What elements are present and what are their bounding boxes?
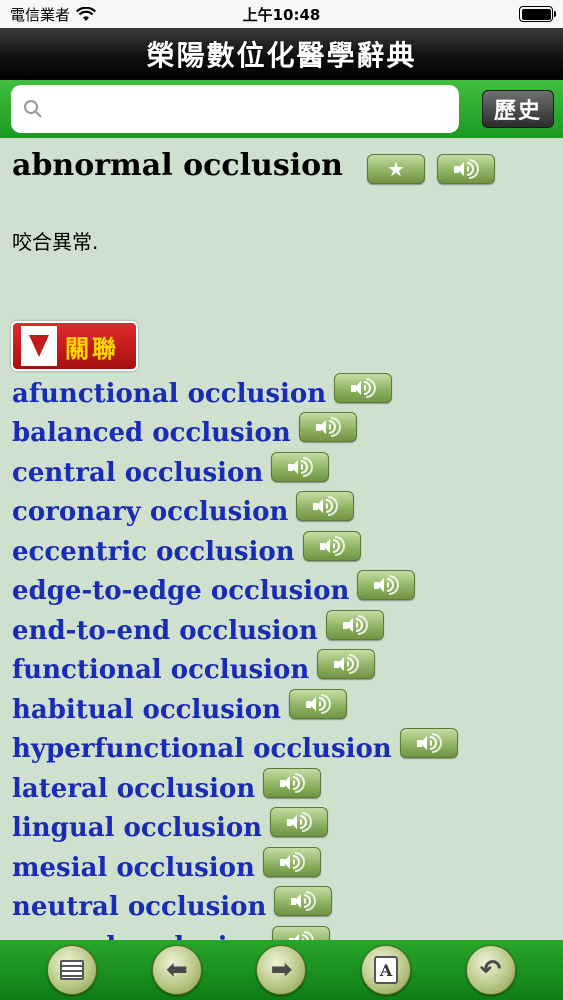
related-item: hyperfunctional occlusion	[12, 728, 563, 770]
search-input[interactable]	[53, 97, 459, 121]
related-item: afunctional occlusion	[12, 372, 563, 414]
related-item: end-to-end occlusion	[12, 609, 563, 651]
list-icon	[60, 960, 85, 980]
related-item: central occlusion	[12, 451, 563, 493]
related-word-link[interactable]: normal occlusion	[12, 932, 264, 940]
related-word-link[interactable]: habitual occlusion	[12, 695, 281, 725]
related-pronounce-button[interactable]	[262, 846, 321, 877]
related-pronounce-button[interactable]	[296, 491, 355, 522]
speaker-icon	[289, 891, 317, 912]
wifi-icon	[76, 6, 96, 21]
related-word-link[interactable]: eccentric occlusion	[12, 537, 295, 567]
speaker-icon	[286, 456, 314, 477]
speaker-icon	[278, 851, 306, 872]
speaker-icon	[318, 535, 346, 556]
related-item: eccentric occlusion	[12, 530, 563, 572]
app-title: 榮陽數位化醫學辭典	[146, 39, 417, 72]
related-item: lateral occlusion	[12, 767, 563, 809]
undo-icon: ↶	[479, 955, 502, 985]
list-button[interactable]	[47, 945, 98, 995]
related-item: functional occlusion	[12, 649, 563, 691]
related-word-link[interactable]: hyperfunctional occlusion	[12, 734, 392, 764]
speaker-icon	[278, 772, 306, 793]
speaker-icon	[349, 377, 377, 398]
history-button[interactable]: 歷史	[482, 90, 554, 128]
related-pronounce-button[interactable]	[271, 925, 330, 940]
related-pronounce-button[interactable]	[289, 688, 348, 719]
related-pronounce-button[interactable]	[317, 649, 376, 680]
related-item: coronary occlusion	[12, 491, 563, 533]
definition-text: 咬合異常.	[12, 230, 99, 254]
related-word-link[interactable]: neutral occlusion	[12, 892, 266, 922]
forward-button[interactable]: ➡	[256, 945, 307, 995]
speaker-icon	[304, 693, 332, 714]
related-toggle[interactable]: 關聯	[11, 321, 138, 371]
related-word-link[interactable]: functional occlusion	[12, 655, 309, 685]
undo-button[interactable]: ↶	[465, 945, 516, 995]
entry-content[interactable]: abnormal occlusion ★ 咬合異常. 關聯 afunctiona…	[0, 138, 563, 940]
star-icon: ★	[387, 157, 405, 181]
related-item: neutral occlusion	[12, 886, 563, 928]
related-word-link[interactable]: afunctional occlusion	[12, 379, 326, 409]
related-word-link[interactable]: lateral occlusion	[12, 774, 255, 804]
related-item: normal occlusion	[12, 925, 563, 940]
related-item: mesial occlusion	[12, 846, 563, 888]
related-pronounce-button[interactable]	[334, 372, 393, 403]
related-pronounce-button[interactable]	[270, 807, 329, 838]
speaker-icon	[341, 614, 369, 635]
related-list: afunctional occlusion balanced occlusion c…	[12, 372, 563, 940]
search-band: 歷史	[0, 80, 563, 138]
status-bar: 電信業者 上午10:48	[0, 0, 563, 28]
bottom-toolbar: ⬅ ➡ A ↶	[0, 940, 563, 1000]
speaker-icon	[452, 159, 480, 179]
address-book-button[interactable]: A	[361, 945, 412, 995]
back-button[interactable]: ⬅	[151, 945, 202, 995]
related-label: 關聯	[65, 334, 119, 363]
speaker-icon	[372, 575, 400, 596]
battery-icon	[519, 6, 556, 22]
related-word-link[interactable]: balanced occlusion	[12, 418, 291, 448]
search-box[interactable]	[11, 85, 459, 133]
related-word-link[interactable]: edge-to-edge occlusion	[12, 576, 349, 606]
related-item: habitual occlusion	[12, 688, 563, 730]
speaker-icon	[287, 930, 315, 940]
headword: abnormal occlusion	[12, 148, 343, 183]
pronounce-button[interactable]	[437, 154, 495, 184]
related-item: lingual occlusion	[12, 807, 563, 849]
related-pronounce-button[interactable]	[263, 767, 322, 798]
title-bar: 榮陽數位化醫學辭典	[0, 28, 563, 80]
related-pronounce-button[interactable]	[357, 570, 416, 601]
related-word-link[interactable]: coronary occlusion	[12, 497, 288, 527]
related-pronounce-button[interactable]	[325, 609, 384, 640]
related-item: balanced occlusion	[12, 412, 563, 454]
related-word-link[interactable]: lingual occlusion	[12, 813, 262, 843]
related-pronounce-button[interactable]	[399, 728, 458, 759]
favorite-button[interactable]: ★	[367, 154, 425, 184]
related-pronounce-button[interactable]	[302, 530, 361, 561]
related-pronounce-button[interactable]	[271, 451, 330, 482]
speaker-icon	[415, 733, 443, 754]
related-word-link[interactable]: central occlusion	[12, 458, 263, 488]
related-pronounce-button[interactable]	[298, 412, 357, 443]
related-item: edge-to-edge occlusion	[12, 570, 563, 612]
speaker-icon	[285, 812, 313, 833]
speaker-icon	[311, 496, 339, 517]
status-left: 電信業者	[10, 4, 96, 25]
related-word-link[interactable]: mesial occlusion	[12, 853, 255, 883]
arrow-left-icon: ⬅	[165, 955, 188, 985]
related-pronounce-button[interactable]	[274, 886, 333, 917]
arrow-right-icon: ➡	[270, 955, 293, 985]
related-word-link[interactable]: end-to-end occlusion	[12, 616, 318, 646]
carrier-label: 電信業者	[10, 5, 71, 24]
speaker-icon	[332, 654, 360, 675]
address-book-icon: A	[374, 956, 399, 984]
search-icon	[24, 100, 42, 118]
triangle-down-icon	[21, 326, 57, 366]
speaker-icon	[314, 417, 342, 438]
